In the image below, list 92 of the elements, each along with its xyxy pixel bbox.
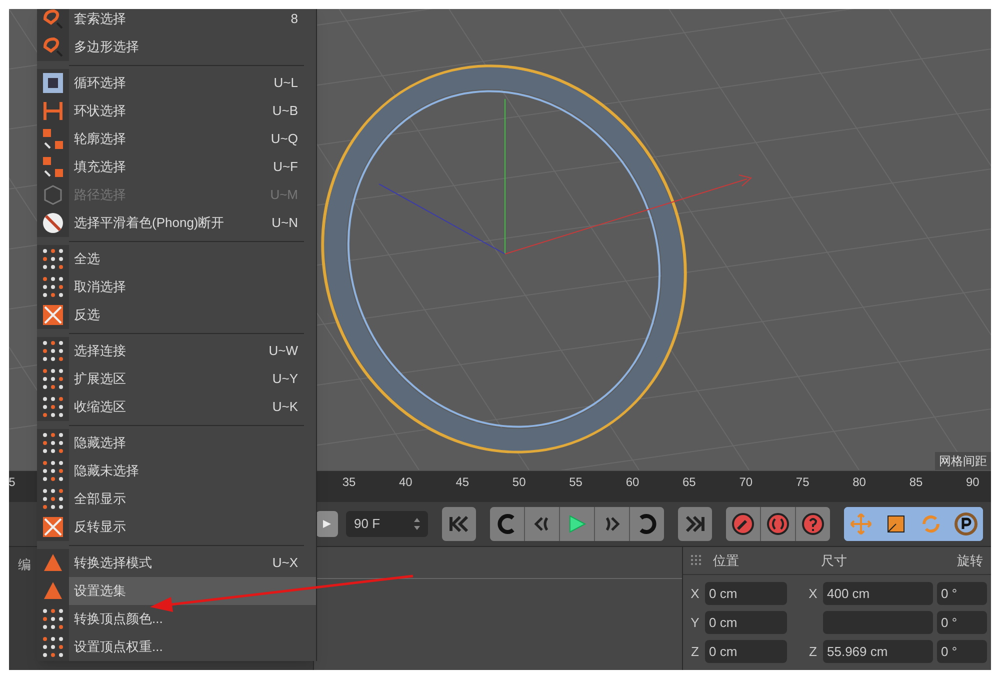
menu-item-icon — [41, 9, 65, 31]
menu-item-icon — [41, 431, 65, 455]
key-help-button[interactable] — [796, 507, 830, 541]
axis-label: Z — [690, 642, 700, 661]
record-icon — [766, 512, 790, 536]
play-icon — [322, 519, 332, 529]
menu-item-icon — [41, 607, 65, 631]
axis-label: Y — [690, 614, 700, 632]
menu-item-icon — [41, 155, 65, 179]
frame-number: 5 — [9, 474, 16, 491]
menu-item-icon — [41, 515, 65, 539]
auto-key-button[interactable] — [761, 507, 795, 541]
menu-item-icon — [41, 127, 65, 151]
next-key-button[interactable] — [630, 507, 664, 541]
frame-field[interactable]: 90 F — [346, 511, 428, 537]
frame-number: 55 — [569, 474, 582, 491]
menu-item[interactable]: 环状选择 U~B — [37, 97, 316, 125]
menu-item[interactable]: 全选 — [37, 245, 316, 273]
last-frame-button[interactable] — [678, 507, 712, 541]
prev-frame-button[interactable] — [525, 507, 559, 541]
frame-number: 90 — [966, 474, 980, 491]
menu-item-icon — [41, 459, 65, 483]
menu-item-icon — [41, 35, 65, 59]
menu-item[interactable]: 设置选集 — [37, 577, 316, 605]
menu-item[interactable]: 转换顶点颜色... — [37, 605, 316, 633]
frame-number: 75 — [796, 474, 810, 491]
column-header: 尺寸 — [821, 552, 847, 570]
menu-item[interactable]: 全部显示 — [37, 485, 316, 513]
menu-item[interactable]: 填充选择 U~F — [37, 153, 316, 181]
spinner-icon — [414, 518, 420, 530]
panel-tab-label[interactable]: 编 — [18, 557, 31, 572]
menu-item[interactable]: 选择平滑着色(Phong)断开 U~N — [37, 209, 316, 237]
menu-item[interactable]: 隐藏未选择 — [37, 457, 316, 485]
menu-item[interactable]: 多边形选择 — [37, 33, 316, 61]
frame-number: 85 — [909, 474, 923, 491]
menu-item-icon — [41, 247, 65, 271]
menu-item[interactable]: 反转显示 — [37, 513, 316, 541]
menu-item[interactable]: 扩展选区 U~Y — [37, 365, 316, 393]
column-header: 旋转 — [957, 552, 983, 570]
menu-item-icon — [41, 395, 65, 419]
size-field[interactable] — [823, 611, 933, 634]
position-field[interactable]: 0 cm — [705, 611, 787, 634]
menu-item-icon — [41, 367, 65, 391]
menu-item[interactable]: 设置顶点权重... — [37, 633, 316, 661]
menu-item[interactable]: 转换选择模式 U~X — [37, 549, 316, 577]
menu-item-icon — [41, 99, 65, 123]
menu-item[interactable]: 反选 — [37, 301, 316, 329]
key-icon — [731, 512, 755, 536]
frame-value: 90 F — [354, 515, 380, 534]
record-key-button[interactable] — [726, 507, 760, 541]
size-field[interactable]: 400 cm — [823, 582, 933, 605]
question-icon — [801, 512, 825, 536]
menu-item[interactable]: 轮廓选择 U~Q — [37, 125, 316, 153]
axis-label: X — [690, 584, 700, 603]
menu-item[interactable]: 套索选择 8 — [37, 9, 316, 33]
axis-label: Z — [808, 642, 818, 661]
play-small-button[interactable] — [316, 511, 338, 537]
rotation-field[interactable]: 0 ° — [937, 611, 987, 634]
grid-spacing-label: 网格间距 — [935, 452, 991, 470]
menu-item-icon — [41, 339, 65, 363]
position-field[interactable]: 0 cm — [705, 640, 787, 663]
frame-number: 40 — [399, 474, 412, 491]
move-arrows-icon — [849, 512, 873, 536]
menu-item-icon — [41, 275, 65, 299]
frame-number: 60 — [626, 474, 640, 491]
menu-item[interactable]: 取消选择 — [37, 273, 316, 301]
rotation-field[interactable]: 0 ° — [937, 582, 987, 605]
rotation-field[interactable]: 0 ° — [937, 640, 987, 663]
frame-number: 45 — [456, 474, 470, 491]
menu-item[interactable]: 选择连接 U~W — [37, 337, 316, 365]
menu-item-icon — [41, 635, 65, 659]
prev-key-button[interactable] — [490, 507, 524, 541]
frame-number: 50 — [512, 474, 526, 491]
next-frame-button[interactable] — [595, 507, 629, 541]
frame-number: 70 — [739, 474, 753, 491]
menu-item-icon — [41, 303, 65, 327]
position-field[interactable]: 0 cm — [705, 582, 787, 605]
frame-number: 80 — [852, 474, 866, 491]
frame-number: 35 — [342, 474, 356, 491]
p-circle-icon — [954, 512, 978, 536]
menu-item[interactable]: 收缩选区 U~K — [37, 393, 316, 421]
column-header: 位置 — [713, 552, 739, 570]
menu-item-icon — [41, 211, 65, 235]
menu-item[interactable]: 隐藏选择 — [37, 429, 316, 457]
play-button[interactable] — [560, 507, 594, 541]
axis-label: X — [808, 584, 818, 603]
menu-item-icon — [41, 71, 65, 95]
frame-number: 65 — [682, 474, 696, 491]
size-field[interactable]: 55.969 cm — [823, 640, 933, 663]
first-frame-button[interactable] — [442, 507, 476, 541]
menu-item-icon — [41, 487, 65, 511]
menu-item[interactable]: 循环选择 U~L — [37, 69, 316, 97]
